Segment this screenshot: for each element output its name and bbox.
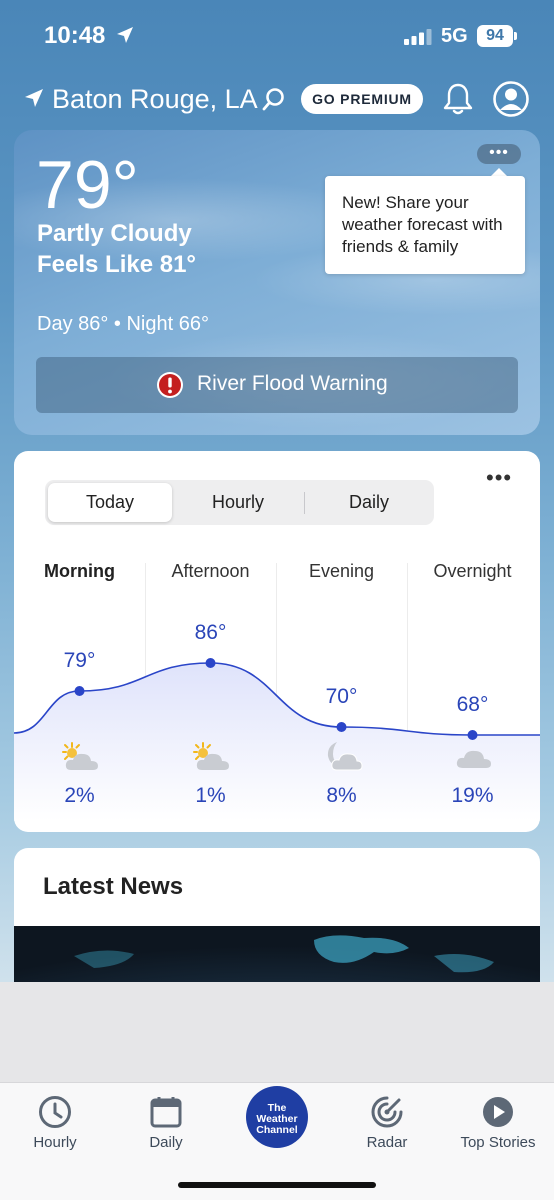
tab-bar-radar[interactable]: Radar — [332, 1083, 442, 1163]
forecast-card: ••• Today Hourly Daily Morning Afternoon… — [14, 451, 540, 832]
precip-overnight: 19% — [451, 784, 494, 807]
day-night-temps: Day 86° • Night 66° — [37, 313, 209, 335]
news-thumbnail[interactable] — [14, 926, 540, 982]
alert-icon — [157, 372, 183, 398]
profile-icon[interactable] — [492, 80, 530, 118]
temp-afternoon: 86° — [194, 621, 227, 644]
alert-text: River Flood Warning — [197, 372, 388, 395]
temp-point-morning — [74, 686, 85, 696]
calendar-icon — [150, 1097, 182, 1128]
cellular-signal-icon — [404, 29, 432, 45]
partly-sunny-icon — [193, 742, 229, 770]
share-tooltip[interactable]: New! Share your weather forecast with fr… — [325, 176, 525, 274]
location-name[interactable]: Baton Rouge, LA — [52, 84, 258, 115]
battery-indicator: 94 — [477, 25, 513, 47]
play-icon — [483, 1097, 513, 1127]
location-services-icon — [117, 27, 133, 43]
bell-icon[interactable] — [443, 82, 473, 116]
latest-news-card: Latest News — [14, 848, 540, 982]
cloudy-icon — [456, 750, 491, 768]
twc-logo[interactable]: The Weather Channel — [246, 1086, 308, 1148]
earth-image — [74, 935, 494, 973]
current-conditions-card[interactable]: 79° Partly Cloudy Feels Like 81° Day 86°… — [14, 130, 540, 435]
temp-overnight: 68° — [456, 693, 489, 716]
tab-bar-top-stories[interactable]: Top Stories — [443, 1083, 553, 1163]
search-icon[interactable] — [262, 87, 286, 113]
network-type: 5G — [441, 25, 468, 47]
tab-bar-label: Top Stories — [460, 1134, 536, 1151]
tab-today[interactable]: Today — [48, 483, 172, 522]
tab-bar-hourly[interactable]: Hourly — [0, 1083, 110, 1163]
header: Baton Rouge, LA GO PREMIUM — [0, 78, 554, 122]
precip-morning: 2% — [64, 784, 95, 807]
period-evening: Evening — [308, 561, 375, 581]
tab-hourly[interactable]: Hourly — [176, 483, 300, 522]
tab-bar-label: Hourly — [33, 1134, 77, 1151]
temp-point-overnight — [467, 730, 478, 740]
share-more-button[interactable]: ••• — [477, 144, 521, 164]
period-morning: Morning — [44, 561, 115, 581]
forecast-segmented-control: Today Hourly Daily — [45, 480, 434, 525]
tab-bar-daily[interactable]: Daily — [111, 1083, 221, 1163]
temp-evening: 70° — [325, 685, 358, 708]
clock-icon — [39, 1096, 71, 1128]
period-overnight: Overnight — [433, 561, 512, 581]
content-placeholder — [0, 982, 554, 1082]
partly-cloudy-night-icon — [327, 742, 363, 771]
battery-tip — [514, 32, 517, 40]
radar-icon — [371, 1096, 403, 1128]
temp-point-afternoon — [205, 658, 216, 668]
status-bar: 10:48 5G 94 — [0, 0, 554, 70]
tooltip-arrow — [491, 168, 507, 176]
current-temperature: 79° — [36, 147, 139, 223]
feels-like: Feels Like 81° — [37, 251, 197, 278]
flood-warning-alert[interactable]: River Flood Warning — [36, 357, 518, 413]
segment-divider — [304, 492, 305, 514]
precip-afternoon: 1% — [195, 784, 226, 807]
partly-sunny-icon — [62, 742, 98, 770]
tab-bar-label: Daily — [149, 1134, 183, 1151]
current-location-icon[interactable] — [24, 88, 44, 108]
tab-bar-label: Radar — [366, 1134, 408, 1151]
home-indicator — [178, 1182, 376, 1188]
go-premium-button[interactable]: GO PREMIUM — [301, 84, 423, 114]
status-time: 10:48 — [44, 22, 106, 49]
news-section-title: Latest News — [43, 873, 184, 900]
current-condition: Partly Cloudy — [37, 220, 192, 247]
tab-daily[interactable]: Daily — [307, 483, 431, 522]
forecast-more-button[interactable]: ••• — [486, 465, 512, 491]
precip-evening: 8% — [326, 784, 357, 807]
temp-morning: 79° — [63, 649, 96, 672]
period-afternoon: Afternoon — [171, 561, 250, 581]
temp-point-evening — [336, 722, 347, 732]
